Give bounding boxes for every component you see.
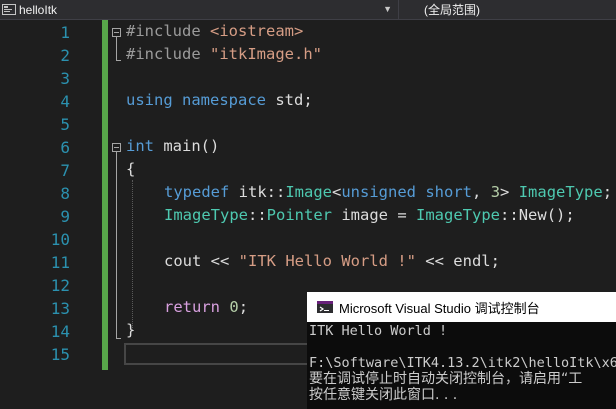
code-line-14: } (126, 321, 136, 339)
console-line: 按任意键关闭此窗口. . . (309, 387, 458, 403)
code-line-7: { (126, 160, 136, 178)
line-number: 6 (60, 138, 70, 157)
scope-dropdown[interactable]: (全局范围) (424, 0, 480, 19)
cpp-project-icon (2, 4, 16, 15)
line-number: 4 (60, 92, 70, 111)
console-title: Microsoft Visual Studio 调试控制台 (339, 300, 540, 316)
line-number: 14 (50, 322, 70, 341)
debug-console-window[interactable]: Microsoft Visual Studio 调试控制台 ITK Hello … (307, 292, 616, 409)
code-line-13: return 0; (164, 298, 249, 316)
line-number: 12 (50, 276, 70, 295)
line-number: 11 (50, 253, 70, 272)
outline-guide (116, 37, 117, 60)
navbar-divider (398, 0, 399, 19)
outline-end-tick (116, 338, 121, 339)
project-dropdown[interactable]: helloItk ▼ (0, 0, 396, 19)
console-line: F:\Software\ITK4.13.2\itk2\helloItk\x64 (309, 355, 616, 371)
navigation-bar: helloItk ▼ (全局范围) (0, 0, 616, 20)
code-line-6: int main() (126, 137, 220, 155)
line-number: 10 (50, 230, 70, 249)
indent-guide (132, 180, 133, 330)
project-name: helloItk (19, 2, 58, 17)
code-line-11: cout << "ITK Hello World !" << endl; (164, 252, 500, 270)
visual-studio-console-icon (317, 301, 333, 313)
line-number: 8 (60, 184, 70, 203)
outline-end-tick (116, 60, 121, 61)
code-line-2: #include "itkImage.h" (126, 45, 322, 63)
line-number: 2 (60, 46, 70, 65)
line-number: 1 (60, 23, 70, 42)
outline-guide (116, 152, 117, 338)
line-number: 3 (60, 69, 70, 88)
collapse-outline-icon[interactable] (112, 143, 121, 152)
change-tracking-bar (102, 20, 108, 370)
code-line-1: #include <iostream> (126, 22, 304, 40)
scope-label: (全局范围) (424, 3, 480, 17)
line-number: 15 (50, 345, 70, 364)
line-number: 9 (60, 207, 70, 226)
console-line: ITK Hello World ! (309, 323, 448, 339)
chevron-down-icon[interactable]: ▼ (383, 4, 392, 14)
line-number: 13 (50, 299, 70, 318)
code-line-9: ImageType::Pointer image = ImageType::Ne… (164, 206, 575, 224)
code-line-8: typedef itk::Image<unsigned short, 3> Im… (164, 183, 613, 201)
line-number: 7 (60, 161, 70, 180)
console-title-bar[interactable]: Microsoft Visual Studio 调试控制台 (307, 292, 616, 322)
collapse-outline-icon[interactable] (112, 28, 121, 37)
line-number: 5 (60, 115, 70, 134)
code-line-4: using namespace std; (126, 91, 313, 109)
console-line: 要在调试停止时自动关闭控制台，请启用“工 (309, 371, 583, 387)
